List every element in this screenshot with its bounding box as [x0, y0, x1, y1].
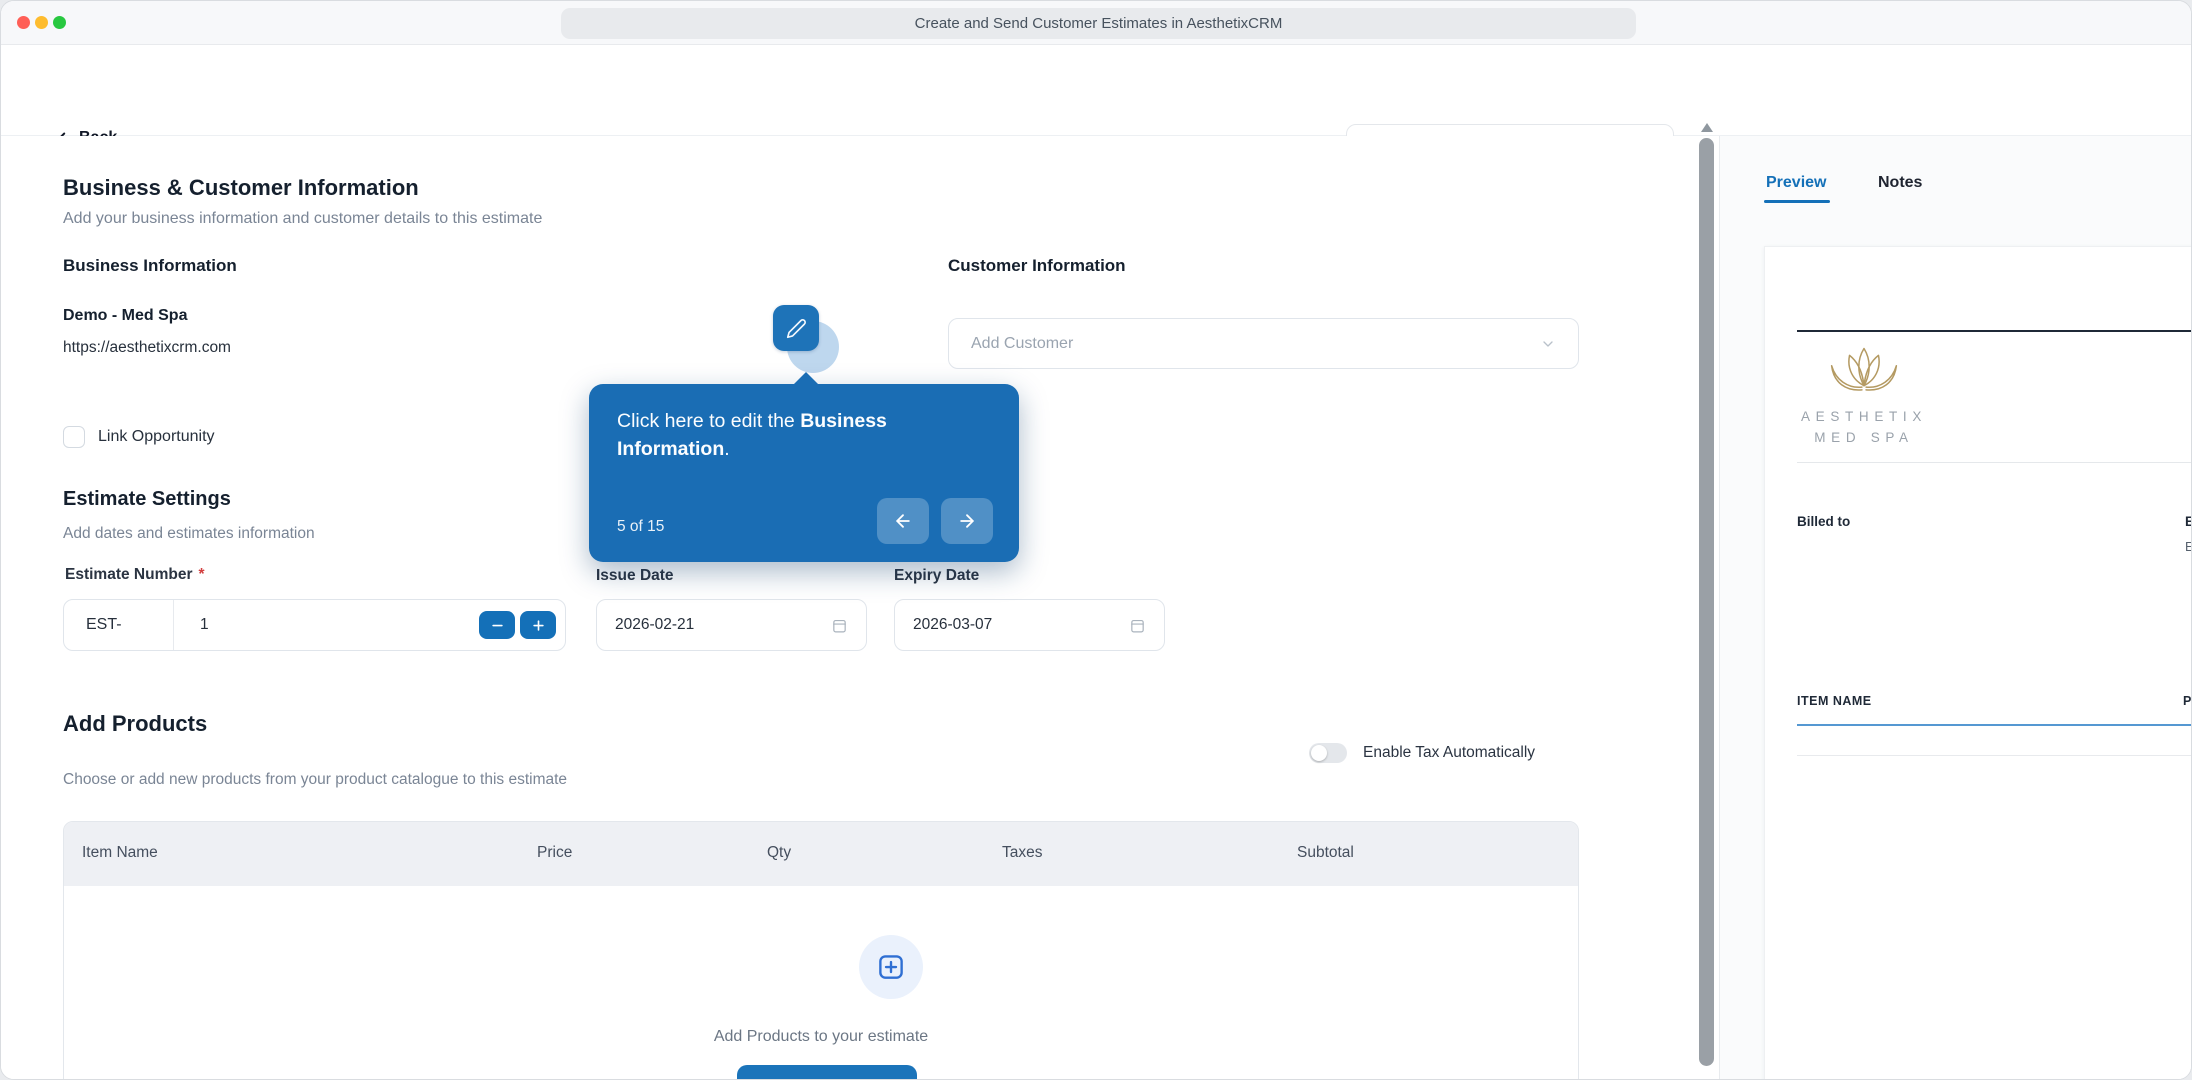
- required-asterisk: *: [198, 566, 205, 583]
- tooltip-arrow: [792, 372, 820, 386]
- add-products-subtitle: Choose or add new products from your pro…: [63, 771, 568, 788]
- clipped-estimate-label: E: [2185, 514, 2191, 529]
- billed-to-label: Billed to: [1797, 514, 1851, 529]
- customer-information-heading: Customer Information: [948, 256, 1126, 275]
- tour-next-button[interactable]: [941, 498, 993, 544]
- decrement-button[interactable]: [479, 611, 515, 639]
- tab-notes[interactable]: Notes: [1878, 174, 1922, 192]
- tooltip-navigation: [877, 498, 993, 544]
- tooltip-text: Click here to edit the Business Informat…: [617, 410, 887, 460]
- estimate-number-input[interactable]: 1: [174, 616, 479, 634]
- maximize-window-button[interactable]: [53, 16, 66, 29]
- add-customer-placeholder: Add Customer: [971, 334, 1074, 352]
- enable-tax-label: Enable Tax Automatically: [1363, 744, 1536, 761]
- expiry-date-label: Expiry Date: [894, 567, 980, 584]
- tax-toggle-row: Enable Tax Automatically: [1309, 743, 1535, 763]
- tour-tooltip: Click here to edit the Business Informat…: [589, 384, 1019, 562]
- preview-item-name-header: ITEM NAME: [1797, 694, 1872, 708]
- calendar-icon: [1131, 619, 1144, 632]
- estimate-number-field: EST- 1: [63, 599, 566, 651]
- tour-previous-button[interactable]: [877, 498, 929, 544]
- pencil-icon: [786, 318, 806, 338]
- preview-panel: Preview Notes AESTHETIX MED SPA Billed t…: [1720, 136, 2191, 1079]
- active-tab-underline: [1764, 200, 1830, 203]
- column-taxes: Taxes: [1002, 844, 1043, 861]
- scrollbar-up-arrow[interactable]: [1701, 123, 1713, 132]
- link-opportunity-row: Link Opportunity: [63, 426, 215, 448]
- column-price: Price: [537, 844, 573, 861]
- estimate-settings-heading: Estimate Settings: [63, 488, 231, 510]
- window-title: Create and Send Customer Estimates in Ae…: [561, 8, 1636, 39]
- arrow-left-icon: [896, 514, 910, 528]
- estimate-number-label: Estimate Number *: [65, 566, 205, 583]
- add-products-heading: Add Products: [63, 711, 208, 736]
- issue-date-input[interactable]: 2026-02-21: [596, 599, 867, 651]
- expiry-date-value: 2026-03-07: [913, 616, 993, 633]
- edit-business-info-button[interactable]: [773, 305, 819, 351]
- business-name: Demo - Med Spa: [63, 307, 188, 324]
- section-title-business-customer: Business & Customer Information: [63, 175, 419, 200]
- chevron-down-icon: [1543, 340, 1553, 347]
- tab-preview[interactable]: Preview: [1766, 174, 1826, 192]
- increment-button[interactable]: [520, 611, 556, 639]
- minimize-window-button[interactable]: [35, 16, 48, 29]
- app-window: Create and Send Customer Estimates in Ae…: [0, 0, 2192, 1080]
- add-product-button-partial[interactable]: [737, 1065, 917, 1079]
- arrow-right-icon: [960, 514, 974, 528]
- add-customer-select[interactable]: Add Customer: [948, 318, 1579, 369]
- link-opportunity-checkbox[interactable]: [63, 426, 85, 448]
- add-product-icon-button[interactable]: [859, 935, 923, 999]
- column-subtotal: Subtotal: [1297, 844, 1354, 861]
- column-item-name: Item Name: [82, 844, 158, 861]
- titlebar: Create and Send Customer Estimates in Ae…: [1, 1, 2191, 45]
- logo-text-line1: AESTHETIX: [1800, 409, 1928, 424]
- estimate-number-prefix: EST-: [64, 600, 174, 650]
- clipped-estimate-value: E: [2185, 539, 2191, 554]
- app-header: Back New Estimate 12 / 40: [1, 45, 2191, 168]
- estimate-settings-subtitle: Add dates and estimates information: [63, 525, 315, 542]
- preview-table-header-rule: [1797, 724, 2191, 726]
- logo-text-line2: MED SPA: [1814, 430, 1914, 445]
- section-subtitle-business-customer: Add your business information and custom…: [63, 210, 543, 227]
- scrollbar-thumb[interactable]: [1699, 138, 1714, 1066]
- estimate-form: Business & Customer Information Add your…: [1, 136, 1719, 1079]
- business-information-heading: Business Information: [63, 256, 237, 275]
- issue-date-label: Issue Date: [596, 567, 674, 584]
- products-table-header: Item Name Price Qty Taxes Subtotal: [64, 822, 1578, 886]
- plus-icon: [532, 619, 544, 631]
- estimate-number-stepper: [479, 611, 565, 639]
- enable-tax-toggle[interactable]: [1309, 743, 1347, 763]
- preview-table-divider: [1797, 755, 2191, 756]
- clipped-price-header: P: [2183, 694, 2192, 708]
- document-top-rule: [1797, 330, 2191, 332]
- lotus-logo-icon: [1830, 347, 1898, 391]
- issue-date-value: 2026-02-21: [615, 616, 695, 633]
- column-qty: Qty: [767, 844, 792, 861]
- tooltip-step-counter: 5 of 15: [617, 518, 665, 535]
- link-opportunity-label: Link Opportunity: [98, 428, 215, 445]
- minus-icon: [491, 624, 503, 626]
- business-website: https://aesthetixcrm.com: [63, 339, 231, 356]
- plus-square-icon: [879, 955, 903, 979]
- expiry-date-input[interactable]: 2026-03-07: [894, 599, 1165, 651]
- products-table: Item Name Price Qty Taxes Subtotal Add P…: [63, 821, 1579, 1079]
- calendar-icon: [833, 619, 846, 632]
- document-divider: [1797, 462, 2191, 463]
- empty-products-text: Add Products to your estimate: [713, 1028, 929, 1045]
- estimate-preview-document: AESTHETIX MED SPA Billed to E E ITEM NAM…: [1764, 246, 2192, 1079]
- close-window-button[interactable]: [17, 16, 30, 29]
- toggle-knob: [1311, 745, 1327, 761]
